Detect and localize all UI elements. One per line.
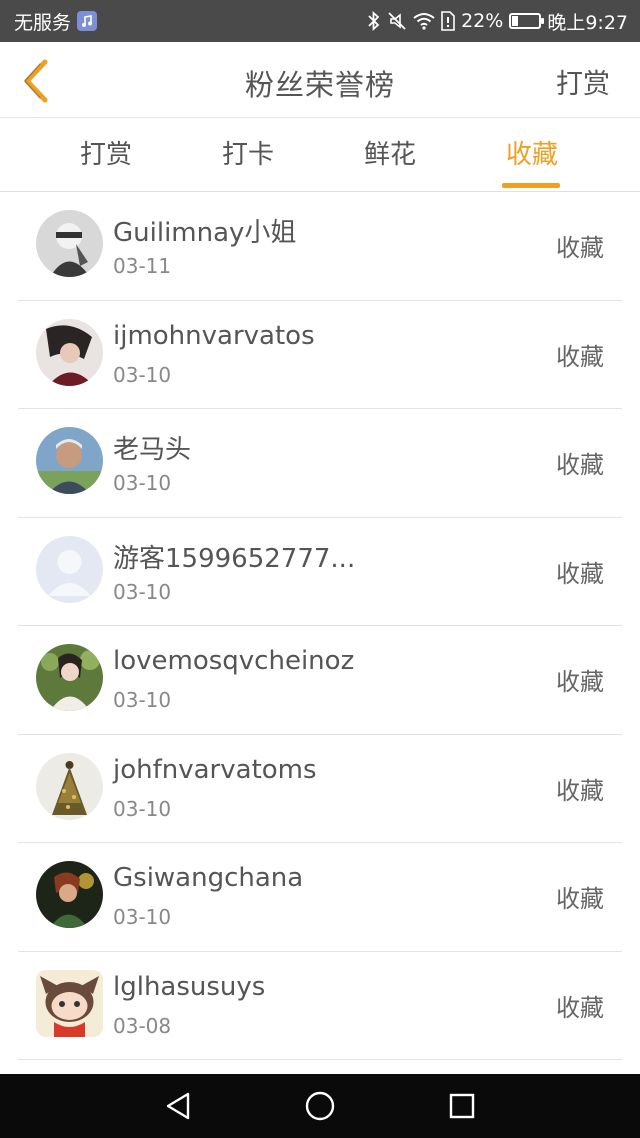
list-item[interactable]: johfnvarvatoms 03-10 收藏 xyxy=(18,735,622,843)
tab-label: 收藏 xyxy=(505,140,558,170)
nav-home-button[interactable] xyxy=(302,1088,338,1124)
reward-button[interactable]: 打赏 xyxy=(556,62,610,101)
username: johfnvarvatoms xyxy=(113,754,317,785)
page-title: 粉丝荣誉榜 xyxy=(244,68,395,102)
tab-label: 打卡 xyxy=(221,140,274,170)
home-circle-icon xyxy=(305,1091,335,1121)
battery-percent: 22% xyxy=(461,10,504,32)
wifi-icon xyxy=(413,12,435,30)
avatar xyxy=(36,210,103,277)
back-triangle-icon xyxy=(166,1092,190,1120)
active-tab-indicator xyxy=(502,183,560,188)
date: 03-10 xyxy=(113,905,172,929)
avatar xyxy=(36,644,103,711)
sim-alert-icon xyxy=(441,11,455,31)
date: 03-10 xyxy=(113,796,172,821)
tab-checkin[interactable]: 打卡 xyxy=(188,118,308,192)
action-label: 收藏 xyxy=(556,342,604,371)
username: ijmohnvarvatos xyxy=(113,320,315,351)
username: lglhasusuys xyxy=(113,971,266,1002)
music-icon xyxy=(77,11,98,31)
action-label: 收藏 xyxy=(556,559,604,588)
battery-fill xyxy=(512,16,519,26)
mute-icon xyxy=(387,11,407,31)
tab-flowers[interactable]: 鲜花 xyxy=(330,118,450,192)
list-item[interactable]: lovemosqvcheinoz 03-10 收藏 xyxy=(18,626,622,735)
date: 03-10 xyxy=(113,362,172,387)
date: 03-10 xyxy=(113,579,172,604)
tab-reward[interactable]: 打赏 xyxy=(46,118,166,192)
action-label: 收藏 xyxy=(556,776,604,805)
nav-recents-button[interactable] xyxy=(444,1088,480,1124)
list-item[interactable]: 老马头 03-10 收藏 xyxy=(18,409,622,518)
username: Gsiwangchana xyxy=(113,863,304,893)
tab-bar: 打赏 打卡 鲜花 收藏 xyxy=(0,118,640,192)
date: 03-11 xyxy=(113,254,172,278)
default-user-icon xyxy=(36,535,103,603)
status-right: 22% 晚上9:27 xyxy=(367,8,628,35)
list-item[interactable]: 游客1599652777... 03-10 收藏 xyxy=(18,518,622,626)
action-label: 收藏 xyxy=(556,668,604,696)
chevron-left-icon xyxy=(23,59,48,103)
action-label: 收藏 xyxy=(556,885,604,913)
list-item[interactable]: Gsiwangchana 03-10 收藏 xyxy=(18,843,622,952)
avatar xyxy=(36,969,103,1037)
tab-label: 打赏 xyxy=(79,140,132,170)
battery-icon xyxy=(509,13,545,29)
action-label: 收藏 xyxy=(556,234,604,262)
date: 03-10 xyxy=(113,471,172,495)
avatar xyxy=(36,427,103,494)
tab-favorites[interactable]: 收藏 xyxy=(472,118,592,192)
action-label: 收藏 xyxy=(556,451,604,479)
fan-list: Guilimnay小姐 03-11 收藏 ijmohnvarvatos 03-1… xyxy=(18,192,622,1060)
username: 老马头 xyxy=(113,435,192,465)
username: 游客1599652777... xyxy=(113,543,356,574)
status-bar: 无服务 22% 晚上9:27 xyxy=(0,0,640,42)
status-left: 无服务 xyxy=(14,8,98,35)
clock: 晚上9:27 xyxy=(547,11,628,34)
username: lovemosqvcheinoz xyxy=(113,646,355,676)
back-button[interactable] xyxy=(14,56,58,106)
action-label: 收藏 xyxy=(556,993,604,1022)
recents-square-icon xyxy=(449,1093,475,1119)
list-item[interactable]: Guilimnay小姐 03-11 收藏 xyxy=(18,192,622,301)
avatar xyxy=(36,752,103,820)
list-item[interactable]: lglhasusuys 03-08 收藏 xyxy=(18,952,622,1060)
avatar xyxy=(36,861,103,928)
date: 03-08 xyxy=(113,1013,172,1038)
system-nav-bar xyxy=(0,1074,640,1138)
bluetooth-icon xyxy=(367,11,381,31)
carrier-text: 无服务 xyxy=(14,11,72,34)
list-item[interactable]: ijmohnvarvatos 03-10 收藏 xyxy=(18,301,622,409)
avatar xyxy=(36,318,103,386)
header: 粉丝荣誉榜 打赏 xyxy=(0,42,640,118)
username: Guilimnay小姐 xyxy=(113,218,297,248)
tab-label: 鲜花 xyxy=(363,140,416,170)
date: 03-10 xyxy=(113,688,172,712)
nav-back-button[interactable] xyxy=(160,1088,196,1124)
